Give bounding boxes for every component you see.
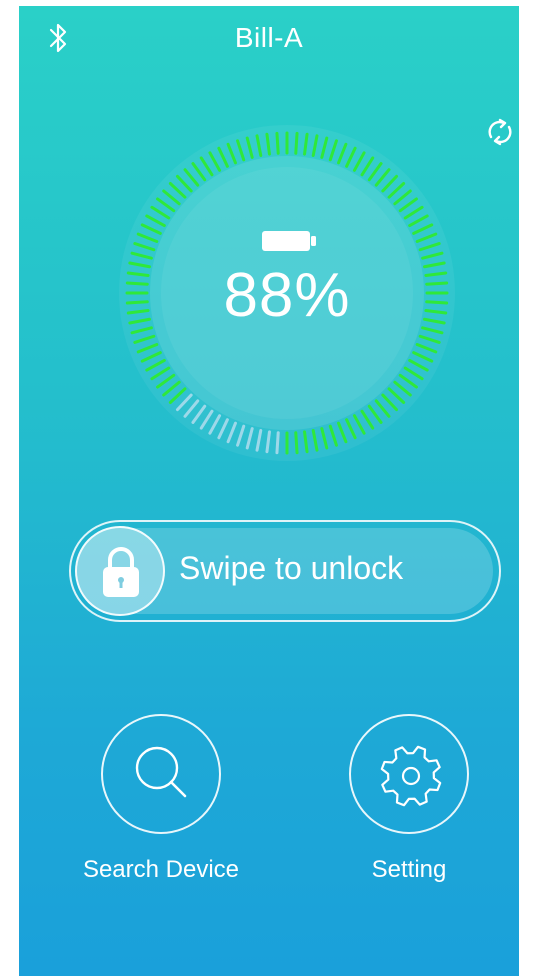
swipe-label: Swipe to unlock xyxy=(179,550,404,586)
swipe-knob[interactable] xyxy=(75,526,165,616)
gear-icon xyxy=(380,745,442,807)
swipe-to-unlock-slider[interactable]: Swipe to unlock xyxy=(69,520,501,622)
search-device-circle[interactable] xyxy=(101,714,221,834)
search-device-label: Search Device xyxy=(82,856,240,883)
header: Bill-A xyxy=(19,6,519,70)
gauge-tick-filled xyxy=(294,131,299,155)
device-title: Bill-A xyxy=(234,22,304,53)
gauge-tick-empty xyxy=(275,431,280,455)
gauge-tick-filled xyxy=(275,131,280,155)
setting-label: Setting xyxy=(371,856,447,883)
setting-button[interactable]: Setting xyxy=(309,714,509,904)
setting-circle[interactable] xyxy=(349,714,469,834)
gauge-tick-filled xyxy=(294,431,299,455)
refresh-icon[interactable] xyxy=(480,112,519,152)
app-screen: Bill-A 88% Swipe to unlock Search Device… xyxy=(19,6,519,976)
battery-icon xyxy=(262,231,316,251)
search-icon xyxy=(135,746,187,798)
lock-icon xyxy=(103,547,139,597)
search-device-button[interactable]: Search Device xyxy=(61,714,261,904)
battery-percent: 88% xyxy=(223,261,351,330)
